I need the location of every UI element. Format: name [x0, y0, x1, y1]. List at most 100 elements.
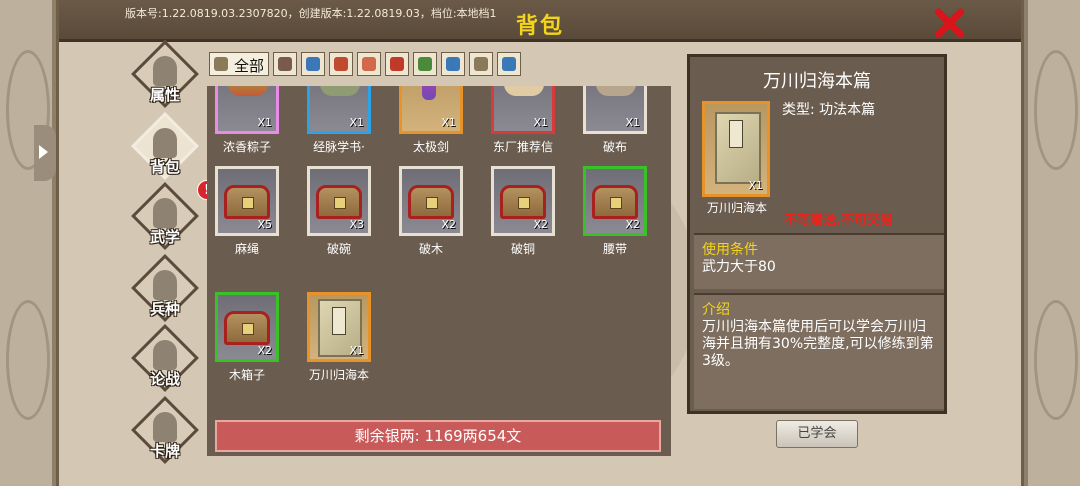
item-qty: X1 — [441, 116, 456, 129]
nav-item-0[interactable]: 属性 — [129, 40, 199, 108]
item-qty: X1 — [533, 116, 548, 129]
inventory-item[interactable]: X5 麻绳 — [215, 166, 279, 260]
item-card: X1 — [583, 86, 647, 134]
inventory-item[interactable]: X1 东厂推荐信 — [491, 86, 555, 158]
detail-item-name: 万川归海本 — [706, 201, 767, 215]
chest-icon — [408, 185, 454, 219]
nav-item-3[interactable]: 兵种 — [129, 254, 199, 322]
close-icon[interactable] — [932, 6, 966, 40]
expand-arrow-tab[interactable] — [34, 125, 56, 181]
inventory-item[interactable]: X1 经脉学书· — [307, 86, 371, 158]
tab-8[interactable] — [469, 52, 493, 76]
page-title: 背包 — [515, 14, 564, 39]
item-name: 麻绳 — [234, 242, 259, 256]
tab-9[interactable] — [497, 52, 521, 76]
chest-icon — [224, 311, 270, 345]
nav-label: 兵种 — [149, 300, 180, 318]
cloth-icon — [596, 86, 636, 96]
tab-0[interactable]: 全部 — [209, 52, 269, 76]
sword-icon — [422, 86, 436, 100]
intro-heading: 介绍 — [702, 302, 730, 318]
item-name: 破碗 — [326, 242, 351, 256]
tab-6[interactable] — [413, 52, 437, 76]
tab-label: 全部 — [234, 57, 265, 75]
bag-icon — [214, 57, 228, 71]
intro-text: 万川归海本篇使用后可以学会万川归海并且拥有30%完整度,可以修练到第3级。 — [702, 319, 934, 369]
item-qty: X1 — [625, 116, 640, 129]
ornament-swirl — [1034, 50, 1078, 170]
detail-title: 万川归海本篇 — [763, 71, 871, 92]
item-qty: X2 — [533, 218, 548, 231]
tab-1[interactable] — [273, 52, 297, 76]
detail-qty: X1 — [748, 179, 763, 192]
title-bar: 版本号:1.22.0819.03.2307820，创建版本:1.22.0819.… — [59, 0, 1021, 42]
herb-icon — [418, 57, 432, 71]
item-card: X1 — [491, 86, 555, 134]
inventory-item[interactable]: X1 破布 — [583, 86, 647, 158]
nav-item-2[interactable]: 武学! — [129, 180, 217, 250]
book-blue-icon — [502, 57, 516, 71]
condition-heading: 使用条件 — [702, 242, 758, 258]
tab-3[interactable] — [329, 52, 353, 76]
armor-icon — [334, 57, 348, 71]
sword-icon — [278, 57, 292, 71]
chest-icon — [592, 185, 638, 219]
condition-section: 使用条件 武力大于80 — [694, 233, 944, 289]
nav-item-1[interactable]: 背包 — [129, 112, 199, 180]
nav-label: 武学 — [149, 228, 180, 246]
item-name: 东厂推荐信 — [492, 140, 553, 154]
inventory-grid: X1 浓香粽子 X1 经脉学书· X1 太极剑 X1 东厂推荐信 X1 破布 X5 麻绳 X3 破碗 X2 破… — [207, 86, 671, 456]
scroll-icon — [320, 86, 360, 96]
scroll-brown-icon — [474, 57, 488, 71]
nav-label: 论战 — [149, 370, 180, 388]
item-name: 浓香粽子 — [222, 140, 271, 154]
inventory-item[interactable]: X2 腰带 — [583, 166, 647, 260]
bag-icon — [153, 128, 177, 158]
nav-item-4[interactable]: 论战 — [129, 324, 199, 392]
item-detail-panel: 万川归海本篇 X1 万川归海本 类型: 功法本篇 不可赠送,不可交易 使用条件 … — [687, 54, 947, 414]
inventory-item[interactable]: X2 木箱子 — [215, 292, 279, 386]
item-qty: X3 — [349, 218, 364, 231]
inventory-item[interactable]: X1 万川归海本 — [307, 292, 371, 386]
zong-icon — [228, 86, 268, 96]
nav-label: 背包 — [149, 158, 180, 176]
item-name: 破木 — [418, 242, 443, 256]
tab-2[interactable] — [301, 52, 325, 76]
trade-restriction: 不可赠送,不可交易 — [784, 213, 893, 228]
item-card: X2 — [215, 292, 279, 362]
learned-button[interactable]: 已学会 — [776, 420, 858, 448]
nav-item-5[interactable]: 卡牌 — [129, 396, 199, 464]
horse-icon — [153, 270, 177, 300]
item-card: X1 — [307, 292, 371, 362]
tab-7[interactable] — [441, 52, 465, 76]
inventory-item[interactable]: X3 破碗 — [307, 166, 371, 260]
inventory-item[interactable]: X2 破木 — [399, 166, 463, 260]
detail-type: 类型: 功法本篇 — [782, 102, 876, 118]
item-card: X1 — [215, 86, 279, 134]
condition-text: 武力大于80 — [702, 259, 776, 275]
cards-icon — [153, 412, 177, 442]
item-qty: X1 — [349, 116, 364, 129]
item-card: X5 — [215, 166, 279, 236]
right-ornament — [1024, 0, 1080, 486]
item-qty: X1 — [349, 344, 364, 357]
inventory-item[interactable]: X2 破铜 — [491, 166, 555, 260]
inventory-item[interactable]: X1 浓香粽子 — [215, 86, 279, 158]
item-name: 太极剑 — [412, 140, 449, 154]
item-qty: X5 — [257, 218, 272, 231]
item-card: X3 — [307, 166, 371, 236]
inventory-window: 版本号:1.22.0819.03.2307820，创建版本:1.22.0819.… — [56, 0, 1024, 486]
item-name: 破布 — [602, 140, 627, 154]
left-ornament — [0, 0, 56, 486]
scroll-icon — [362, 57, 376, 71]
inventory-item[interactable]: X1 太极剑 — [399, 86, 463, 158]
tab-4[interactable] — [357, 52, 381, 76]
item-card: X2 — [399, 166, 463, 236]
item-card: X1 — [399, 86, 463, 134]
item-qty: X1 — [257, 116, 272, 129]
tab-5[interactable] — [385, 52, 409, 76]
speech-icon — [153, 340, 177, 370]
letter-icon — [504, 86, 544, 96]
person-icon — [153, 56, 177, 86]
intro-section: 介绍 万川归海本篇使用后可以学会万川归海并且拥有30%完整度,可以修练到第3级。 — [694, 293, 944, 409]
